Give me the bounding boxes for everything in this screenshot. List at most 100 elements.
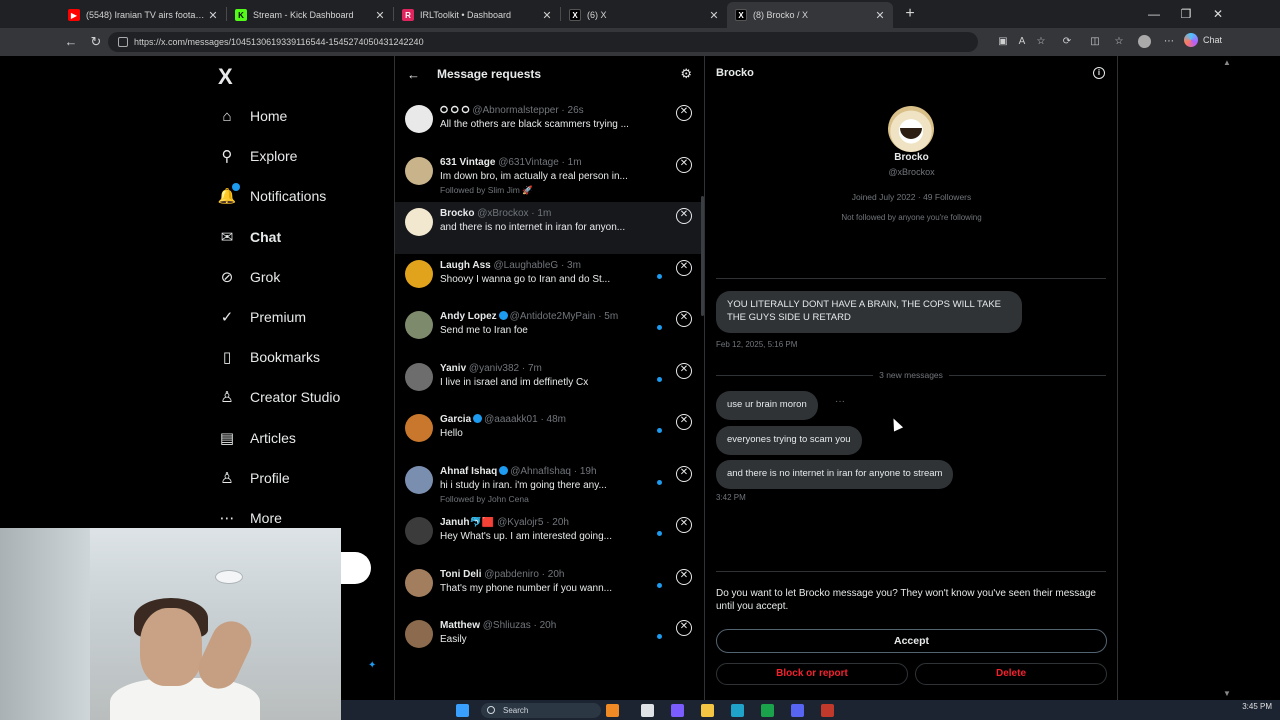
message-options-icon[interactable]: ···: [835, 396, 845, 407]
message-request-item[interactable]: Andy Lopez @Antidote2MyPain · 5m Send me t…: [395, 305, 704, 357]
tab-youtube[interactable]: ▶ (5548) Iranian TV airs footage of d ✕: [60, 2, 226, 28]
avatar[interactable]: [405, 156, 433, 185]
message-request-item[interactable]: ⭘ ⭘ ⭘ @Abnormalstepper · 26s All the othe…: [395, 99, 704, 151]
xbox-icon[interactable]: [761, 704, 774, 717]
url-field[interactable]: https://x.com/messages/10451306193391165…: [108, 32, 978, 52]
dismiss-request-icon[interactable]: ✕: [676, 311, 692, 327]
widgets-icon[interactable]: [606, 704, 619, 717]
tab-x-brocko[interactable]: X (8) Brocko / X ✕: [727, 2, 893, 28]
dismiss-request-icon[interactable]: ✕: [676, 105, 692, 121]
avatar[interactable]: [405, 465, 433, 494]
message-request-item[interactable]: Januh🐬🟥 @Kyalojr5 · 20h Hey What's up. I …: [395, 511, 704, 563]
nav-item-chat[interactable]: ✉ Chat: [218, 222, 281, 252]
back-icon[interactable]: ←: [62, 33, 80, 51]
message-bubble[interactable]: YOU LITERALLY DONT HAVE A BRAIN, THE COP…: [716, 291, 1022, 333]
page-scrollbar[interactable]: ▲ ▼: [1220, 56, 1234, 700]
close-icon[interactable]: ✕: [873, 9, 887, 22]
profile-avatar[interactable]: [888, 106, 934, 152]
grok-sparkle-icon[interactable]: ✦: [368, 660, 376, 671]
scroll-down-icon[interactable]: ▼: [1223, 689, 1231, 698]
favorite-icon[interactable]: ☆: [1034, 35, 1048, 49]
x-logo[interactable]: X: [218, 64, 233, 90]
nav-item-grok[interactable]: ⊘ Grok: [218, 262, 281, 292]
dismiss-request-icon[interactable]: ✕: [676, 517, 692, 533]
nav-item-premium[interactable]: ✓ Premium: [218, 302, 306, 332]
more-menu-icon[interactable]: ⋯: [1162, 35, 1176, 49]
edge-icon[interactable]: [731, 704, 744, 717]
nav-item-explore[interactable]: ⚲ Explore: [218, 141, 298, 171]
avatar[interactable]: [405, 414, 433, 442]
avatar[interactable]: [405, 259, 433, 288]
message-request-item[interactable]: Ahnaf Ishaq @AhnafIshaq · 19h hi i study i…: [395, 460, 704, 512]
tab-kick[interactable]: K Stream - Kick Dashboard ✕: [227, 2, 393, 28]
read-aloud-icon[interactable]: A: [1015, 35, 1029, 49]
dismiss-request-icon[interactable]: ✕: [676, 568, 692, 585]
message-request-item[interactable]: Matthew @Shliuzas · 20h Easily ✕: [395, 614, 704, 666]
profile-name[interactable]: Brocko: [705, 152, 1118, 163]
block-or-report-button[interactable]: Block or report: [716, 663, 908, 685]
nav-item-profile[interactable]: ♙ Profile: [218, 463, 289, 493]
gear-icon[interactable]: ⚙: [680, 66, 692, 82]
message-request-item[interactable]: Laugh Ass @LaughableG · 3m Shoovy I wanna…: [395, 254, 704, 306]
favorites-bar-icon[interactable]: ☆: [1112, 35, 1126, 49]
message-bubble[interactable]: everyones trying to scam you: [716, 426, 862, 455]
minimize-icon[interactable]: —: [1138, 0, 1170, 28]
avatar[interactable]: [405, 620, 433, 648]
nav-item-home[interactable]: ⌂ Home: [218, 101, 287, 131]
avatar[interactable]: [405, 105, 433, 133]
dismiss-request-icon[interactable]: ✕: [676, 465, 692, 482]
nav-item-bookmarks[interactable]: ▯ Bookmarks: [218, 342, 320, 372]
message-request-item[interactable]: Garcia @aaaakk01 · 48m Hello ✕: [395, 408, 704, 460]
message-bubble[interactable]: and there is no internet in iran for any…: [716, 460, 954, 489]
dismiss-request-icon[interactable]: ✕: [676, 362, 692, 379]
dismiss-request-icon[interactable]: ✕: [676, 414, 692, 430]
app-available-icon[interactable]: ▣: [996, 35, 1010, 49]
dismiss-request-icon[interactable]: ✕: [676, 620, 692, 636]
close-icon[interactable]: ✕: [373, 9, 387, 22]
message-request-item[interactable]: Brocko @xBrockox · 1m and there is no int…: [395, 202, 704, 254]
windows-start-icon[interactable]: [456, 704, 469, 717]
message-request-item[interactable]: 631 Vintage @631Vintage · 1m Im down bro,…: [395, 151, 704, 203]
nav-item-articles[interactable]: ▤ Articles: [218, 423, 296, 453]
message-request-item[interactable]: Yaniv @yaniv382 · 7m I live in israel and…: [395, 357, 704, 409]
back-arrow-icon[interactable]: ←: [407, 67, 437, 82]
dismiss-request-icon[interactable]: ✕: [676, 259, 692, 276]
extension-icon[interactable]: ⟳: [1060, 35, 1074, 49]
message-bubble[interactable]: use ur brain moron: [716, 391, 818, 420]
delete-button[interactable]: Delete: [915, 663, 1107, 685]
message-request-item[interactable]: Toni Deli @pabdeniro · 20h That's my phon…: [395, 563, 704, 615]
close-icon[interactable]: ✕: [540, 9, 554, 22]
close-icon[interactable]: ✕: [707, 9, 721, 22]
close-window-icon[interactable]: ✕: [1202, 0, 1234, 28]
info-icon[interactable]: i: [1093, 67, 1105, 79]
new-tab-button[interactable]: +: [897, 5, 923, 23]
obs-icon[interactable]: [821, 704, 834, 717]
site-info-icon[interactable]: [118, 37, 128, 47]
copilot-taskbar-icon[interactable]: [671, 704, 684, 717]
dismiss-request-icon[interactable]: ✕: [676, 208, 692, 224]
close-icon[interactable]: ✕: [206, 9, 220, 22]
discord-icon[interactable]: [791, 704, 804, 717]
nav-item-creator-studio[interactable]: ♙ Creator Studio: [218, 382, 340, 412]
avatar[interactable]: [405, 517, 433, 545]
requests-scrollbar[interactable]: [701, 196, 704, 316]
nav-item-notifications[interactable]: 🔔 Notifications: [218, 181, 326, 211]
tab-irltoolkit[interactable]: R IRLToolkit • Dashboard ✕: [394, 2, 560, 28]
taskbar-search[interactable]: Search: [481, 703, 601, 718]
profile-avatar-icon[interactable]: [1138, 35, 1151, 48]
avatar[interactable]: [405, 362, 433, 391]
reload-icon[interactable]: ↻: [87, 33, 105, 51]
task-view-icon[interactable]: [641, 704, 654, 717]
file-explorer-icon[interactable]: [701, 704, 714, 717]
split-screen-icon[interactable]: ◫: [1088, 35, 1102, 49]
copilot-chat-button[interactable]: Chat: [1184, 33, 1222, 47]
tab-x-home[interactable]: X (6) X ✕: [561, 2, 727, 28]
scroll-up-icon[interactable]: ▲: [1223, 58, 1231, 67]
taskbar-clock[interactable]: 3:45 PM: [1242, 702, 1272, 711]
restore-icon[interactable]: ❐: [1170, 0, 1202, 28]
dismiss-request-icon[interactable]: ✕: [676, 156, 692, 173]
avatar[interactable]: [405, 311, 433, 339]
avatar[interactable]: [405, 568, 433, 597]
avatar[interactable]: [405, 208, 433, 236]
accept-button[interactable]: Accept: [716, 629, 1107, 653]
